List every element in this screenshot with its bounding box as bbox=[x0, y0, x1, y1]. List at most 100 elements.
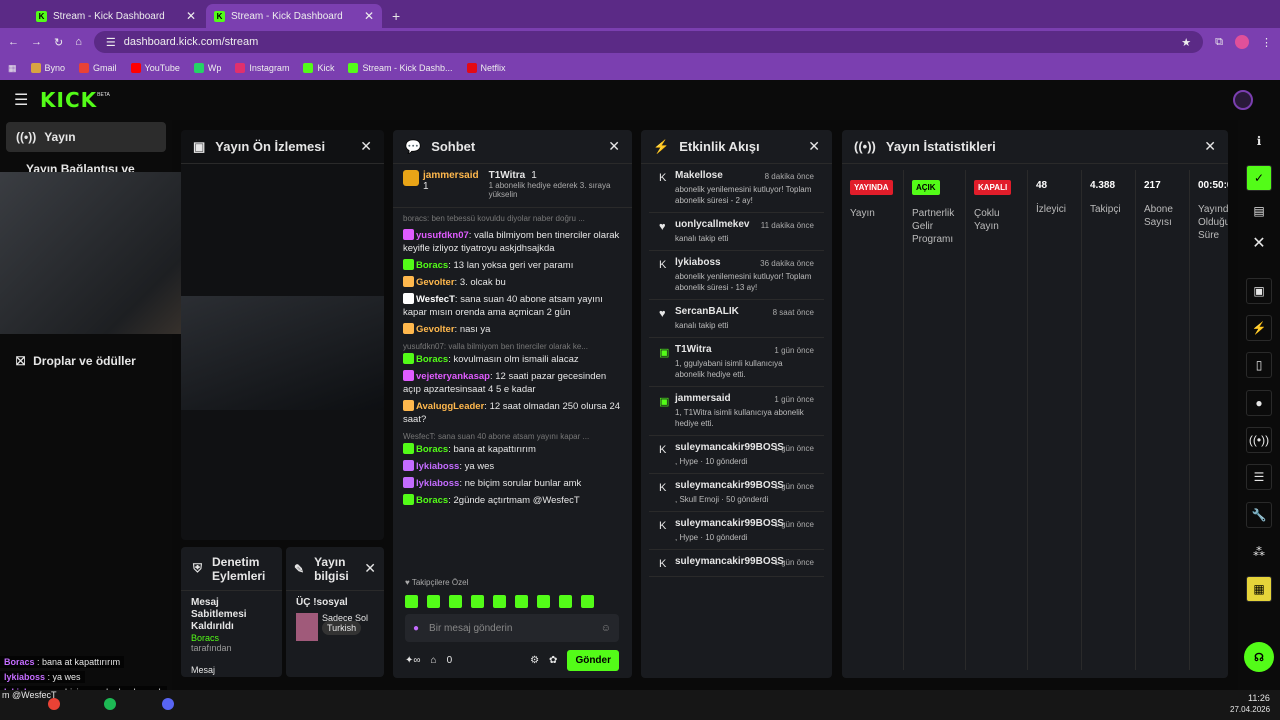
profile-avatar[interactable] bbox=[1235, 35, 1249, 49]
home-icon[interactable]: ⌂ bbox=[75, 36, 82, 48]
chat-message: lykiaboss: ya wes bbox=[403, 460, 622, 473]
chat-username[interactable]: Boracs bbox=[416, 444, 448, 455]
bookmark[interactable]: Kick bbox=[303, 63, 334, 73]
nodes-icon[interactable]: ⁂ bbox=[1246, 539, 1272, 565]
badge-icon bbox=[403, 494, 414, 505]
browser-tab[interactable]: K Stream - Kick Dashboard ✕ bbox=[28, 4, 204, 28]
forward-icon[interactable]: → bbox=[31, 36, 42, 48]
bookmark[interactable]: Wp bbox=[193, 63, 221, 73]
gifter-name[interactable]: T1Witra bbox=[489, 170, 526, 181]
emote-icon[interactable] bbox=[427, 595, 440, 608]
user-avatar[interactable] bbox=[1233, 90, 1253, 110]
clock-time[interactable]: 11:26 bbox=[1248, 693, 1270, 703]
mic-icon[interactable]: ● bbox=[413, 623, 419, 634]
chat-username[interactable]: vejeteryankasap bbox=[416, 371, 490, 382]
bookmark-star-icon[interactable]: ★ bbox=[1181, 36, 1191, 49]
streaminfo-body: ÜÇ !sosyal Sadece Sol Turkish bbox=[286, 591, 384, 647]
chat-text: 2günde açtırtmam @WesfecT bbox=[453, 495, 580, 506]
nav-item-drops[interactable]: ⛝ Droplar ve ödüller bbox=[16, 354, 136, 369]
chat-username[interactable]: Boracs bbox=[416, 354, 448, 365]
close-icon[interactable]: ✕ bbox=[1246, 230, 1272, 256]
kick-logo[interactable]: KICK bbox=[40, 88, 97, 112]
broadcast-icon[interactable]: ((•)) bbox=[1246, 427, 1272, 453]
bolt-icon[interactable]: ⚡ bbox=[1246, 315, 1272, 341]
apps-icon[interactable]: ▦ bbox=[8, 63, 17, 74]
chat-input[interactable]: ● Bir mesaj gönderin ☺ bbox=[405, 614, 619, 642]
close-icon[interactable]: ✕ bbox=[808, 138, 820, 155]
bookmark[interactable]: YouTube bbox=[130, 63, 180, 73]
activity-item: K8 dakika önce Makellose abonelik yenileme… bbox=[649, 164, 824, 213]
overlay-text: ya wes bbox=[52, 672, 81, 682]
stat-label: Yayın bbox=[850, 208, 875, 219]
close-tab-icon[interactable]: ✕ bbox=[186, 9, 196, 23]
chrome-taskbar-icon[interactable] bbox=[48, 698, 60, 710]
info-icon[interactable]: ℹ bbox=[1246, 128, 1272, 154]
mod-user[interactable]: Boracs bbox=[191, 633, 272, 643]
badge-icon bbox=[403, 370, 414, 381]
badge-icon bbox=[403, 229, 414, 240]
discord-taskbar-icon[interactable] bbox=[162, 698, 174, 710]
preview-toggle-icon[interactable]: ▣ bbox=[1246, 278, 1272, 304]
close-icon[interactable]: ✕ bbox=[1204, 138, 1216, 155]
layout-icon[interactable]: ▤ bbox=[1246, 198, 1272, 224]
url-field[interactable]: ☰ dashboard.kick.com/stream ★ bbox=[93, 31, 1204, 53]
close-icon[interactable]: ✕ bbox=[364, 560, 376, 577]
bookmark[interactable]: Stream - Kick Dashb... bbox=[348, 63, 453, 73]
chat-username[interactable]: yusufdkn07 bbox=[416, 230, 469, 241]
stat-column: 00:50:0 Yayında Olduğu Süre bbox=[1190, 170, 1228, 670]
emote-icon[interactable] bbox=[471, 595, 484, 608]
emote-icon[interactable] bbox=[405, 595, 418, 608]
chat-username[interactable]: Boracs bbox=[416, 260, 448, 271]
vault-icon[interactable]: ⌂ bbox=[431, 655, 437, 666]
close-tab-icon[interactable]: ✕ bbox=[364, 9, 374, 23]
emote-icon[interactable] bbox=[449, 595, 462, 608]
chat-username[interactable]: AvaluggLeader bbox=[416, 401, 484, 412]
emote-picker-icon[interactable]: ✿ bbox=[549, 655, 557, 666]
chat-messages: boracs: ben tebessü kovuldu diyolar nabe… bbox=[393, 208, 632, 568]
chat-username[interactable]: lykiaboss bbox=[416, 478, 459, 489]
chat-username[interactable]: Gevolter bbox=[416, 277, 455, 288]
close-icon[interactable]: ✕ bbox=[360, 138, 372, 155]
check-icon[interactable]: ✓ bbox=[1246, 165, 1272, 191]
emote-icon[interactable] bbox=[559, 595, 572, 608]
nav-item-yayin[interactable]: ((•)) Yayın bbox=[6, 122, 166, 152]
clapper-icon[interactable]: ▦ bbox=[1246, 576, 1272, 602]
chat-username[interactable]: WesfecT bbox=[416, 294, 455, 305]
new-tab-button[interactable]: + bbox=[392, 8, 400, 24]
settings-gear-icon[interactable]: ⚙ bbox=[530, 655, 539, 666]
site-info-icon[interactable]: ☰ bbox=[106, 36, 116, 49]
support-icon[interactable]: ☊ bbox=[1244, 642, 1274, 672]
points-icon[interactable]: ✦∞ bbox=[405, 655, 421, 666]
bookmark[interactable]: Netflix bbox=[466, 63, 506, 73]
notes-icon[interactable]: ▯ bbox=[1246, 352, 1272, 378]
chat-username[interactable]: Gevolter bbox=[416, 324, 455, 335]
extensions-icon[interactable]: ⧉ bbox=[1215, 36, 1223, 49]
emote-icon[interactable] bbox=[515, 595, 528, 608]
stream-preview-video[interactable] bbox=[181, 296, 384, 410]
close-icon[interactable]: ✕ bbox=[608, 138, 620, 155]
bookmark[interactable]: Gmail bbox=[79, 63, 117, 73]
bookmark[interactable]: Instagram bbox=[235, 63, 289, 73]
queue-icon[interactable]: ☰ bbox=[1246, 464, 1272, 490]
chat-icon[interactable]: ● bbox=[1246, 390, 1272, 416]
bookmark[interactable]: Byno bbox=[30, 63, 65, 73]
send-button[interactable]: Gönder bbox=[567, 650, 619, 671]
emoji-icon[interactable]: ☺ bbox=[601, 623, 611, 634]
chat-username[interactable]: lykiaboss bbox=[416, 461, 459, 472]
gifter-name[interactable]: jammersaid bbox=[423, 170, 479, 181]
hamburger-menu-icon[interactable]: ☰ bbox=[14, 90, 28, 110]
emote-icon[interactable] bbox=[581, 595, 594, 608]
emote-icon[interactable] bbox=[493, 595, 506, 608]
back-icon[interactable]: ← bbox=[8, 36, 19, 48]
spotify-taskbar-icon[interactable] bbox=[104, 698, 116, 710]
category-thumbnail bbox=[296, 613, 318, 641]
emote-icon[interactable] bbox=[537, 595, 550, 608]
wrench-icon[interactable]: 🔧 bbox=[1246, 502, 1272, 528]
chat-username[interactable]: Boracs bbox=[416, 495, 448, 506]
chat-message: Gevolter: nası ya bbox=[403, 323, 622, 336]
kick-icon: K bbox=[659, 558, 667, 570]
menu-icon[interactable]: ⋮ bbox=[1261, 36, 1272, 49]
reload-icon[interactable]: ↻ bbox=[54, 36, 63, 49]
clock-date[interactable]: 27.04.2026 bbox=[1230, 705, 1270, 714]
browser-tab-active[interactable]: K Stream - Kick Dashboard ✕ bbox=[206, 4, 382, 28]
